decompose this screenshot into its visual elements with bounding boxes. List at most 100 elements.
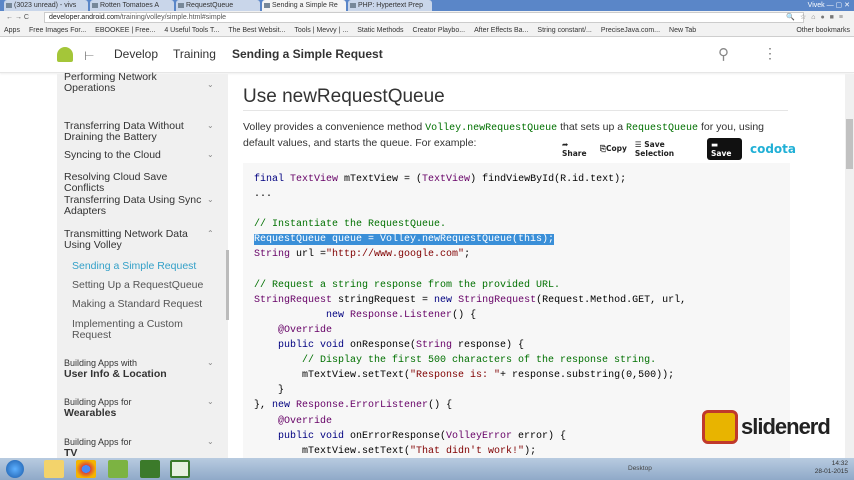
- camtasia-taskbar-icon[interactable]: [140, 460, 160, 478]
- bookmark-item[interactable]: Free Images For...: [29, 24, 86, 36]
- bookmark-item[interactable]: String constant/...: [537, 24, 591, 36]
- taskbar: Desktop 14:32 28-01-2015: [0, 458, 854, 480]
- clock[interactable]: 14:32 28-01-2015: [815, 460, 848, 476]
- sidebar-item[interactable]: Building Apps with User Info & Location: [64, 358, 209, 380]
- sidebar-item-title: Wearables: [64, 407, 117, 419]
- page-scrollbar[interactable]: [845, 74, 854, 458]
- section-title: Use newRequestQueue: [243, 86, 445, 107]
- share-button[interactable]: ➦ Share: [562, 140, 592, 158]
- breadcrumb-training[interactable]: Training: [173, 47, 216, 61]
- url-field[interactable]: developer.android.com/training/volley/si…: [44, 12, 804, 23]
- chevron-down-icon[interactable]: ⌄: [207, 397, 214, 406]
- scrollbar-thumb[interactable]: [846, 119, 853, 169]
- sidebar-item[interactable]: Transmitting Network Data Using Volley: [64, 229, 209, 251]
- bookmark-item[interactable]: Apps: [4, 24, 20, 36]
- save-button[interactable]: ▬ Save: [706, 138, 742, 160]
- chevron-down-icon[interactable]: ⌄: [207, 437, 214, 446]
- bookmark-item[interactable]: 4 Useful Tools T...: [164, 24, 219, 36]
- sidebar-item-label: Transferring Data Without Draining the B…: [64, 120, 184, 143]
- sidebar-scrollbar[interactable]: [226, 250, 229, 320]
- window-controls[interactable]: Vivek — ▢ ✕: [808, 0, 850, 11]
- bookmark-item[interactable]: New Tab: [669, 24, 696, 36]
- bookmark-item[interactable]: After Effects Ba...: [474, 24, 528, 36]
- sidebar-item[interactable]: Building Apps for Wearables: [64, 397, 209, 419]
- browser-tab[interactable]: (3023 unread) - vivs: [4, 0, 88, 11]
- desktop-toolbar[interactable]: Desktop: [628, 465, 652, 472]
- sidebar-item[interactable]: Transferring Data Without Draining the B…: [64, 121, 209, 143]
- android-studio-taskbar-icon[interactable]: [108, 460, 128, 478]
- chevron-down-icon[interactable]: ⌄: [207, 150, 214, 159]
- codota-logo[interactable]: codota: [750, 142, 796, 156]
- code-line: public void onErrorResponse(VolleyError …: [254, 430, 567, 442]
- chevron-down-icon[interactable]: ⌄: [207, 358, 214, 367]
- sidebar-item-label: Setting Up a RequestQueue: [72, 279, 204, 291]
- sidebar-item[interactable]: Performing Network Operations: [64, 72, 209, 94]
- code-line: new Response.Listener() {: [326, 309, 477, 321]
- chrome-taskbar-icon[interactable]: [76, 460, 96, 478]
- chevron-down-icon[interactable]: ⌄: [207, 195, 214, 204]
- chevron-down-icon[interactable]: ⌄: [207, 121, 214, 130]
- sidebar-item-label: Building Apps for: [64, 397, 132, 407]
- chevron-down-icon[interactable]: ⌄: [207, 80, 214, 89]
- codota-toolbar: ➦ Share ⎘Copy ☰ Save Selection ▬ Save co…: [556, 138, 796, 160]
- bookmark-item[interactable]: Static Methods: [357, 24, 403, 36]
- bookmark-item[interactable]: Creator Playbo...: [413, 24, 466, 36]
- browser-tab[interactable]: Rotten Tomatoes A: [90, 0, 174, 11]
- divider: [243, 110, 788, 111]
- sidebar-item[interactable]: Making a Standard Request: [72, 299, 217, 310]
- bookmark-item[interactable]: The Best Websit...: [228, 24, 285, 36]
- tv-icon: [702, 410, 738, 444]
- sidebar-item[interactable]: Setting Up a RequestQueue: [72, 280, 217, 291]
- sidebar-item[interactable]: Resolving Cloud Save Conflicts: [64, 172, 209, 194]
- sidebar-item-title: User Info & Location: [64, 368, 167, 380]
- sidebar-item[interactable]: Transferring Data Using Sync Adapters: [64, 195, 209, 217]
- url-path: /training/volley/simple.html#simple: [119, 14, 227, 21]
- sidebar-item[interactable]: Sending a Simple Request: [72, 261, 217, 272]
- code-line: @Override: [254, 415, 333, 427]
- code-text[interactable]: final TextView mTextView = (TextView) fi…: [254, 172, 686, 459]
- nav-buttons[interactable]: ← → C: [6, 14, 29, 21]
- code-line: @Override: [254, 324, 333, 336]
- slidenerd-watermark: slidenerd: [702, 410, 831, 444]
- sidebar-item[interactable]: Building Apps for TV: [64, 437, 209, 459]
- bookmark-item[interactable]: Tools | Mevvy | ...: [294, 24, 348, 36]
- camtasia-recorder-taskbar-icon[interactable]: [170, 460, 190, 478]
- code-line: final TextView mTextView = (TextView) fi…: [254, 174, 627, 185]
- android-logo-icon[interactable]: [57, 47, 73, 62]
- code-line: StringRequest stringRequest = new String…: [254, 294, 687, 306]
- more-menu-icon[interactable]: ⋮: [763, 45, 777, 62]
- browser-tab[interactable]: RequestQueue: [176, 0, 260, 11]
- save-selection-button[interactable]: ☰ Save Selection: [635, 140, 699, 158]
- sidebar-item-label: Building Apps for: [64, 437, 132, 447]
- code-line: mTextView.setText("That didn't work!");: [254, 445, 537, 457]
- window-user: Vivek: [807, 2, 825, 9]
- code-line: }, new Response.ErrorListener() {: [254, 400, 453, 412]
- code-line: }: [254, 385, 285, 397]
- start-button[interactable]: [6, 460, 24, 478]
- code-line: String url ="http://www.google.com";: [254, 249, 471, 261]
- code-line: ...: [254, 189, 273, 201]
- browser-tab[interactable]: PHP: Hypertext Prep: [348, 0, 432, 11]
- inline-code: Volley.newRequestQueue: [425, 123, 558, 134]
- sidebar-item-label: Transmitting Network Data Using Volley: [64, 228, 188, 251]
- code-line: mTextView.setText("Response is: "+ respo…: [254, 370, 675, 382]
- sidebar-item[interactable]: Syncing to the Cloud: [64, 150, 209, 161]
- extension-icons[interactable]: 🔍☆⌂●■≡: [786, 11, 848, 24]
- code-line: // Instantiate the RequestQueue.: [254, 219, 447, 231]
- other-bookmarks[interactable]: Other bookmarks: [796, 24, 850, 37]
- bookmark-item[interactable]: PreciseJava.com...: [601, 24, 660, 36]
- search-icon[interactable]: ⚲: [718, 45, 729, 63]
- address-bar-row: ← → C developer.android.com/training/vol…: [0, 11, 854, 24]
- sidebar-item[interactable]: Implementing a Custom Request: [72, 319, 217, 341]
- nav-menu-icon[interactable]: ⊢: [84, 49, 94, 63]
- explorer-taskbar-icon[interactable]: [44, 460, 64, 478]
- bookmark-item[interactable]: EBOOKEE | Free...: [95, 24, 155, 36]
- breadcrumb-develop[interactable]: Develop: [114, 47, 158, 61]
- copy-button[interactable]: ⎘Copy: [600, 144, 627, 154]
- chevron-up-icon[interactable]: ⌃: [207, 229, 214, 238]
- sidebar-item-label: Syncing to the Cloud: [64, 149, 161, 161]
- site-header: ⊢ Develop Training Sending a Simple Requ…: [0, 37, 854, 73]
- browser-tab-active[interactable]: Sending a Simple Re: [262, 0, 346, 11]
